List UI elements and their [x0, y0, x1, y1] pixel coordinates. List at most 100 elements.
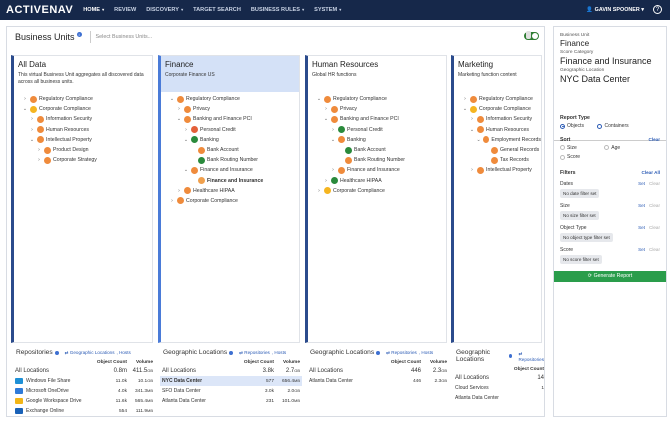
table-row[interactable]: All Locations 446 2.3GB — [307, 366, 449, 376]
chevron-right-icon[interactable]: › — [469, 167, 475, 173]
column-header-object-count[interactable]: Object Count — [504, 367, 544, 372]
chevron-right-icon[interactable]: › — [316, 188, 322, 194]
radio-age[interactable]: Age — [604, 145, 620, 151]
tree-node[interactable]: ⌄ Regulatory Compliance — [308, 94, 446, 104]
tree-node[interactable]: ⌄ Banking — [308, 135, 446, 145]
tree-node[interactable]: ⌄ Banking — [161, 135, 299, 145]
chevron-right-icon[interactable]: › — [323, 178, 329, 184]
nav-system[interactable]: SYSTEM ▾ — [314, 7, 341, 13]
panel-link-hosts[interactable]: , Hosts — [117, 350, 131, 355]
chevron-down-icon[interactable]: ⌄ — [316, 96, 322, 102]
chevron-down-icon[interactable]: ⌄ — [330, 137, 336, 143]
business-unit-column-marketing[interactable]: Marketing Marketing function content › Regu… — [451, 55, 542, 343]
chevron-right-icon[interactable]: › — [183, 127, 189, 133]
column-header-object-count[interactable]: Object Count — [87, 360, 127, 365]
tree-node[interactable]: › Regulatory Compliance — [454, 94, 541, 104]
tree-node[interactable]: › Intellectual Property — [454, 165, 541, 175]
chevron-down-icon[interactable]: ⌄ — [183, 137, 189, 143]
filter-clear-link[interactable]: Clear — [649, 203, 660, 208]
nav-review[interactable]: REVIEW — [114, 7, 136, 13]
table-row[interactable]: Exchange Online 554 111.9MB — [13, 406, 155, 416]
table-row[interactable]: NYC Data Center 577 656.4MB — [160, 376, 302, 386]
tree-node[interactable]: › Product Design — [14, 145, 152, 155]
column-header-object-count[interactable]: Object Count — [234, 360, 274, 365]
tree-node[interactable]: › Finance and Insurance — [308, 165, 446, 175]
business-unit-select[interactable]: Select Business Units... — [96, 34, 153, 40]
chevron-right-icon[interactable]: › — [323, 106, 329, 112]
info-icon[interactable] — [376, 350, 381, 355]
nav-target-search[interactable]: TARGET SEARCH — [193, 7, 241, 13]
column-header-volume[interactable]: Volume — [274, 360, 302, 365]
tree-node[interactable]: › Healthcare HIPAA — [308, 176, 446, 186]
info-icon[interactable]: i — [76, 32, 82, 37]
business-unit-column-finance[interactable]: Finance Corporate Finance US ⌄ Regulatory C… — [158, 55, 300, 343]
chevron-down-icon[interactable]: ⌄ — [323, 116, 329, 122]
filter-clear-link[interactable]: Clear — [649, 247, 660, 252]
chevron-right-icon[interactable]: › — [330, 167, 336, 173]
help-icon[interactable]: ? — [653, 5, 662, 14]
radio-score[interactable]: Score — [560, 154, 580, 160]
info-icon[interactable] — [54, 350, 59, 355]
table-row[interactable]: Cloud Services 1 — [453, 383, 544, 393]
chevron-right-icon[interactable]: › — [176, 106, 182, 112]
tree-node[interactable]: › Human Resources — [14, 125, 152, 135]
chevron-right-icon[interactable]: › — [176, 188, 182, 194]
tree-node[interactable]: Finance and Insurance — [161, 176, 299, 186]
nav-discovery[interactable]: DISCOVERY ▾ — [146, 7, 183, 13]
tree-node[interactable]: › Personal Credit — [308, 125, 446, 135]
activenav-logo[interactable]: ACTIVENAV — [6, 4, 73, 16]
table-row[interactable]: Atlanta Data Center 446 2.3GB — [307, 376, 449, 386]
chevron-down-icon[interactable]: ⌄ — [169, 96, 175, 102]
tree-node[interactable]: › Corporate Compliance — [161, 196, 299, 206]
chevron-right-icon[interactable]: › — [169, 198, 175, 204]
chevron-down-icon[interactable]: ⌄ — [476, 137, 481, 143]
chevron-down-icon[interactable]: ⌄ — [22, 106, 28, 112]
tree-node[interactable]: Tax Records — [454, 155, 541, 165]
view-toggle[interactable] — [524, 31, 539, 40]
clear-all-link[interactable]: Clear All — [642, 170, 660, 175]
tree-node[interactable]: › Corporate Compliance — [308, 186, 446, 196]
tree-node[interactable]: Bank Account — [308, 145, 446, 155]
chevron-down-icon[interactable]: ⌄ — [176, 116, 182, 122]
radio-size[interactable]: Size — [560, 145, 577, 151]
chevron-right-icon[interactable]: › — [22, 96, 28, 102]
tree-node[interactable]: ⌄ Intellectual Property — [14, 135, 152, 145]
panel-link-repositories[interactable]: ⇄ Repositories — [386, 350, 417, 356]
generate-report-button[interactable]: ⟳ Generate Report — [554, 271, 666, 282]
table-row[interactable]: Microsoft OneDrive 4.0k 341.3MB — [13, 386, 155, 396]
table-row[interactable]: Atlanta Data Center 231 101.0MB — [160, 396, 302, 406]
tree-node[interactable]: ⌄ Corporate Compliance — [454, 104, 541, 114]
chevron-right-icon[interactable]: › — [36, 147, 42, 153]
tree-node[interactable]: › Privacy — [161, 104, 299, 114]
chevron-right-icon[interactable]: › — [29, 116, 35, 122]
chevron-right-icon[interactable]: › — [462, 96, 468, 102]
info-icon[interactable] — [509, 354, 513, 358]
column-header-volume[interactable]: Volume — [127, 360, 155, 365]
table-row[interactable]: Google Workspace Drive 11.6k 565.4MB — [13, 396, 155, 406]
tree-node[interactable]: ⌄ Human Resources — [454, 125, 541, 135]
sort-clear-link[interactable]: Clear — [649, 137, 661, 142]
chevron-right-icon[interactable]: › — [29, 127, 35, 133]
column-header-object-count[interactable]: Object Count — [381, 360, 421, 365]
tree-node[interactable]: ⌄ Finance and Insurance — [161, 165, 299, 175]
tree-node[interactable]: ⌄ Banking and Finance PCI — [308, 114, 446, 124]
panel-link-repositories[interactable]: ⇄ Repositories — [239, 350, 270, 356]
tree-node[interactable]: Bank Routing Number — [308, 155, 446, 165]
tree-node[interactable]: ⌄ Employment Records — [454, 135, 541, 145]
business-unit-column-all-data[interactable]: All Data This virtual Business Unit aggre… — [11, 55, 153, 343]
nav-home[interactable]: HOME ▾ — [83, 7, 104, 13]
chevron-down-icon[interactable]: ⌄ — [469, 127, 475, 133]
panel-link-hosts[interactable]: , Hosts — [272, 350, 286, 355]
tree-node[interactable]: Bank Routing Number — [161, 155, 299, 165]
panel-link-geographic-locations[interactable]: ⇄ Geographic Locations — [65, 350, 115, 356]
chevron-down-icon[interactable]: ⌄ — [29, 137, 35, 143]
filter-clear-link[interactable]: Clear — [649, 181, 660, 186]
radio-containers[interactable]: Containers — [597, 123, 629, 129]
panel-link-repositories[interactable]: ⇄ Repositories — [518, 351, 544, 362]
tree-node[interactable]: ⌄ Banking and Finance PCI — [161, 114, 299, 124]
tree-node[interactable]: › Regulatory Compliance — [14, 94, 152, 104]
panel-link-hosts[interactable]: , Hosts — [419, 350, 433, 355]
tree-node[interactable]: › Privacy — [308, 104, 446, 114]
chevron-down-icon[interactable]: ⌄ — [462, 106, 468, 112]
tree-node[interactable]: ⌄ Corporate Compliance — [14, 104, 152, 114]
